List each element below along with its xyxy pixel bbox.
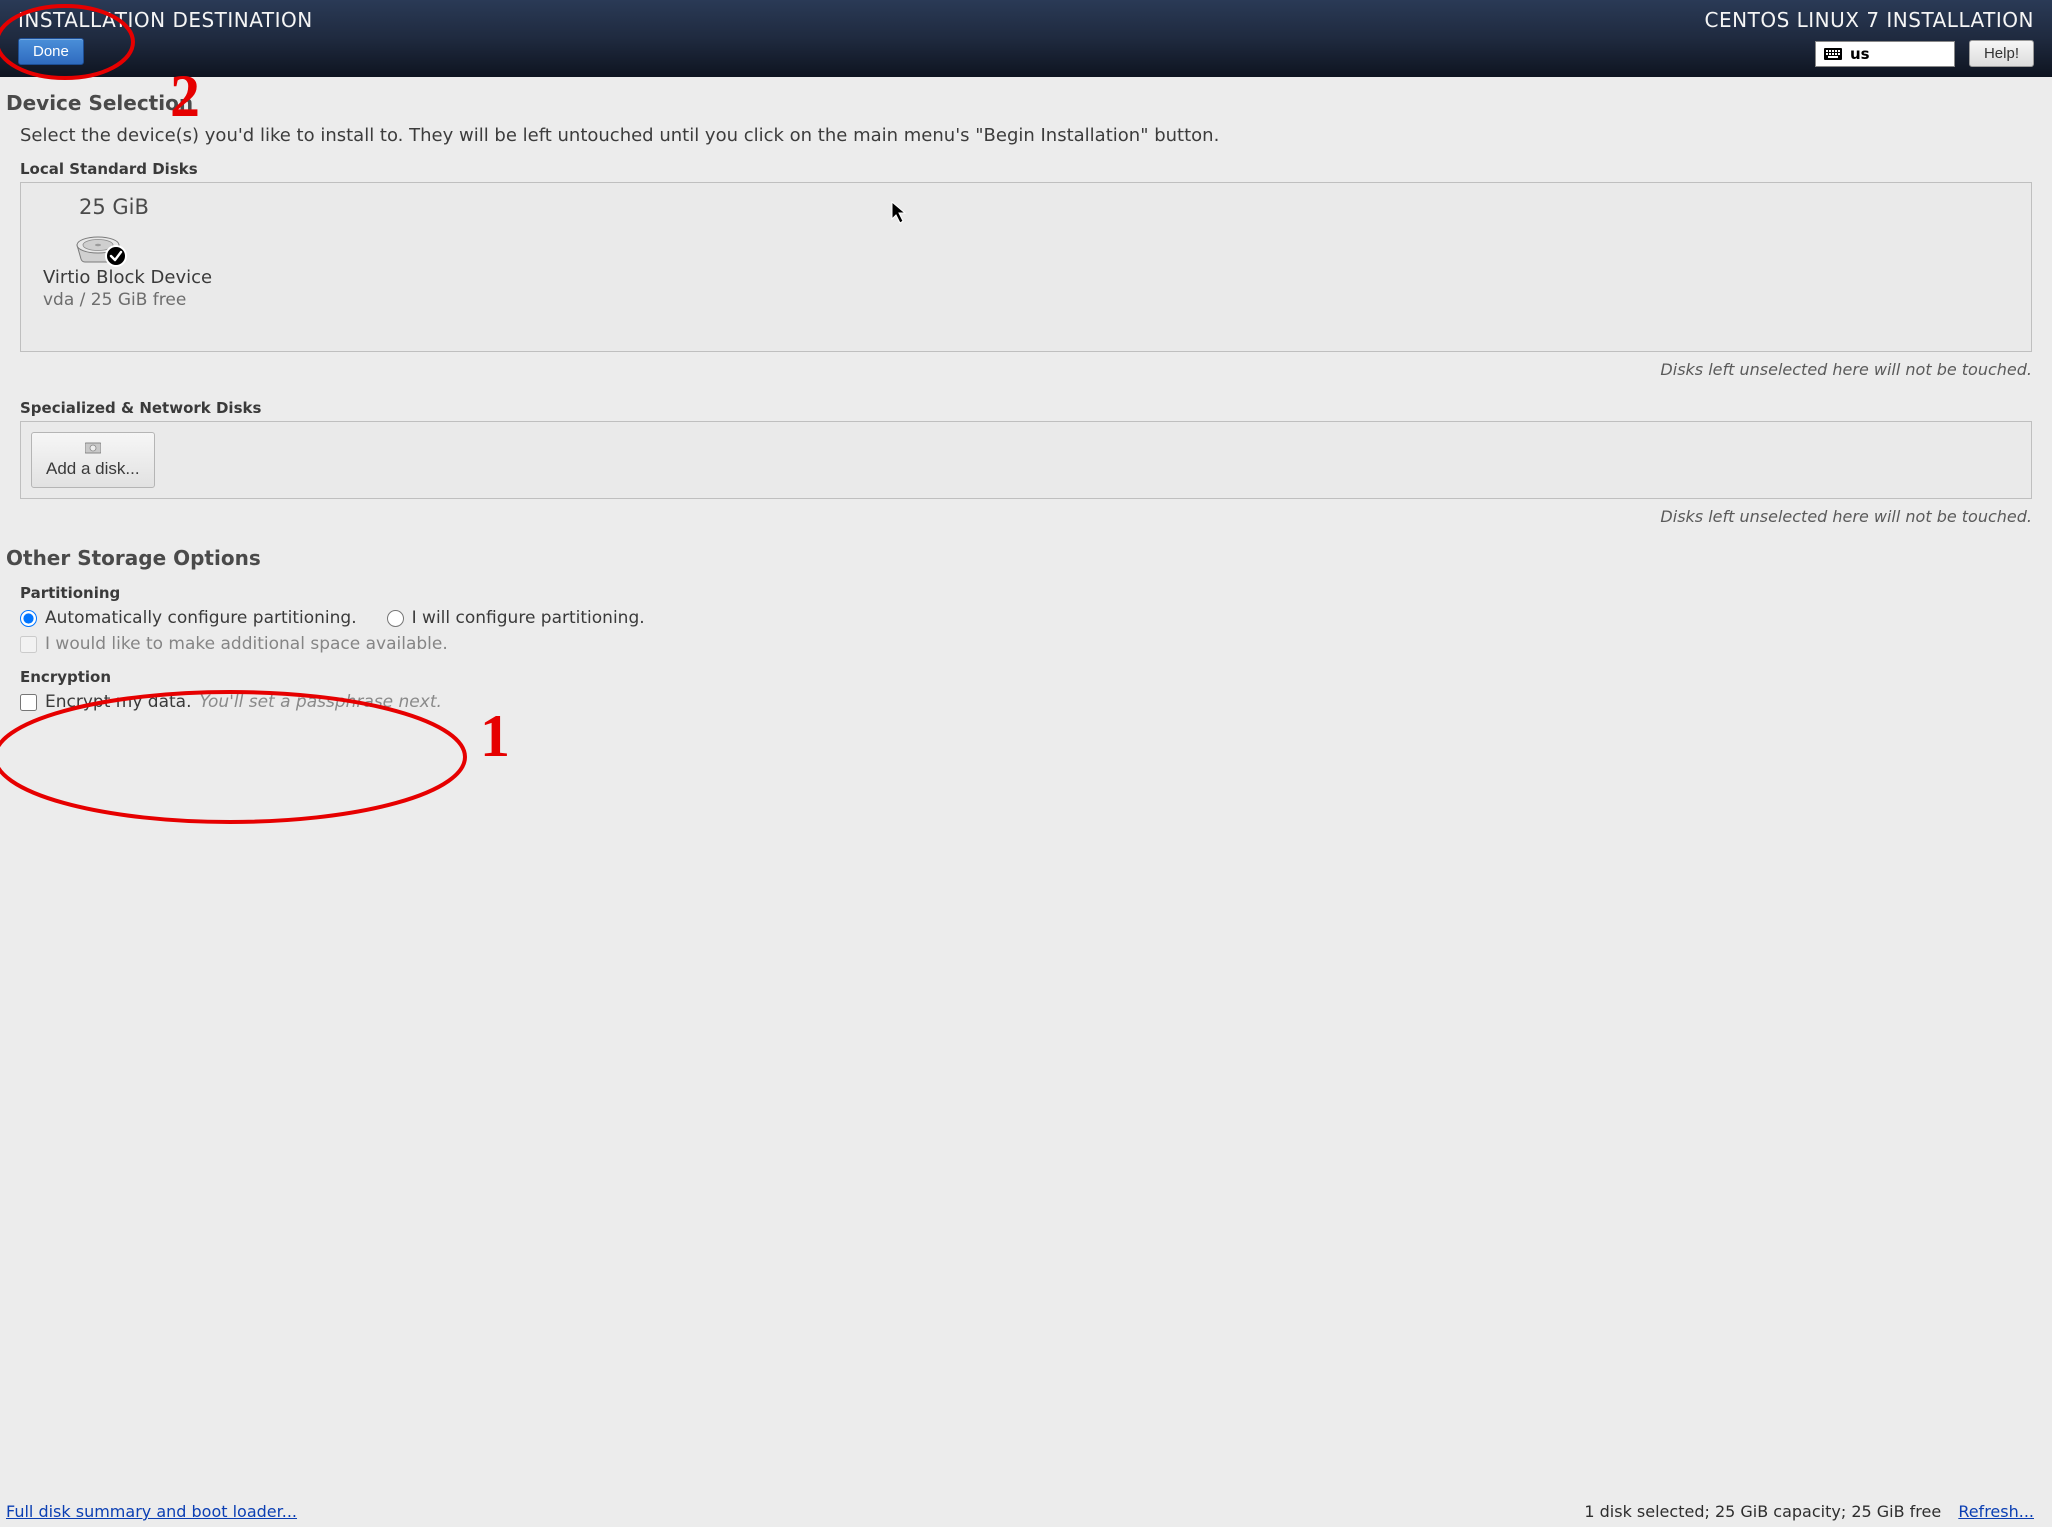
add-disk-button[interactable]: Add a disk... xyxy=(31,432,155,488)
help-button[interactable]: Help! xyxy=(1969,40,2034,67)
manual-partition-radio[interactable] xyxy=(387,610,404,627)
disk-selected-check-icon xyxy=(105,245,127,267)
local-disks-label: Local Standard Disks xyxy=(20,160,2032,178)
disk-path: vda / 25 GiB free xyxy=(43,290,186,310)
mouse-cursor-icon xyxy=(891,201,909,225)
local-disks-note: Disks left unselected here will not be t… xyxy=(6,360,2032,379)
page-title: INSTALLATION DESTINATION xyxy=(18,8,313,32)
disk-size: 25 GiB xyxy=(79,195,149,219)
encrypt-data-label: Encrypt my data. xyxy=(45,692,192,712)
content-area: Device Selection Select the device(s) yo… xyxy=(0,77,2052,1527)
hard-disk-icon xyxy=(73,225,123,263)
partitioning-label: Partitioning xyxy=(20,584,2032,602)
reclaim-space-label: I would like to make additional space av… xyxy=(45,634,448,654)
encryption-label: Encryption xyxy=(20,668,2032,686)
specialized-disks-panel: Add a disk... xyxy=(20,421,2032,499)
manual-partition-label: I will configure partitioning. xyxy=(412,608,645,628)
specialized-disks-label: Specialized & Network Disks xyxy=(20,399,2032,417)
refresh-link[interactable]: Refresh... xyxy=(1958,1502,2034,1521)
reclaim-space-checkbox[interactable] xyxy=(20,636,37,653)
add-disk-label: Add a disk... xyxy=(46,459,140,479)
keyboard-layout-selector[interactable]: us xyxy=(1815,41,1955,67)
footer-bar: Full disk summary and boot loader... 1 d… xyxy=(0,1502,2052,1521)
device-selection-description: Select the device(s) you'd like to insta… xyxy=(20,125,2032,146)
done-button[interactable]: Done xyxy=(18,38,84,65)
auto-partition-radio[interactable] xyxy=(20,610,37,627)
local-disks-panel: 25 GiB Virtio Block Device vda / 25 GiB … xyxy=(20,182,2032,352)
footer-status: 1 disk selected; 25 GiB capacity; 25 GiB… xyxy=(1584,1502,1941,1521)
specialized-disks-note: Disks left unselected here will not be t… xyxy=(6,507,2032,526)
header-bar: INSTALLATION DESTINATION Done CENTOS LIN… xyxy=(0,0,2052,77)
installer-title: CENTOS LINUX 7 INSTALLATION xyxy=(1705,8,2034,32)
encrypt-data-checkbox[interactable] xyxy=(20,694,37,711)
disk-item[interactable]: 25 GiB Virtio Block Device vda / 25 GiB … xyxy=(35,191,255,314)
add-disk-icon xyxy=(84,439,102,457)
keyboard-icon xyxy=(1824,48,1842,60)
keyboard-layout-label: us xyxy=(1850,45,1870,63)
encrypt-hint: You'll set a passphrase next. xyxy=(200,692,442,712)
disk-name: Virtio Block Device xyxy=(43,267,212,288)
disk-summary-link[interactable]: Full disk summary and boot loader... xyxy=(6,1502,297,1521)
auto-partition-label: Automatically configure partitioning. xyxy=(45,608,357,628)
device-selection-heading: Device Selection xyxy=(6,91,2032,115)
storage-options-heading: Other Storage Options xyxy=(6,546,2032,570)
